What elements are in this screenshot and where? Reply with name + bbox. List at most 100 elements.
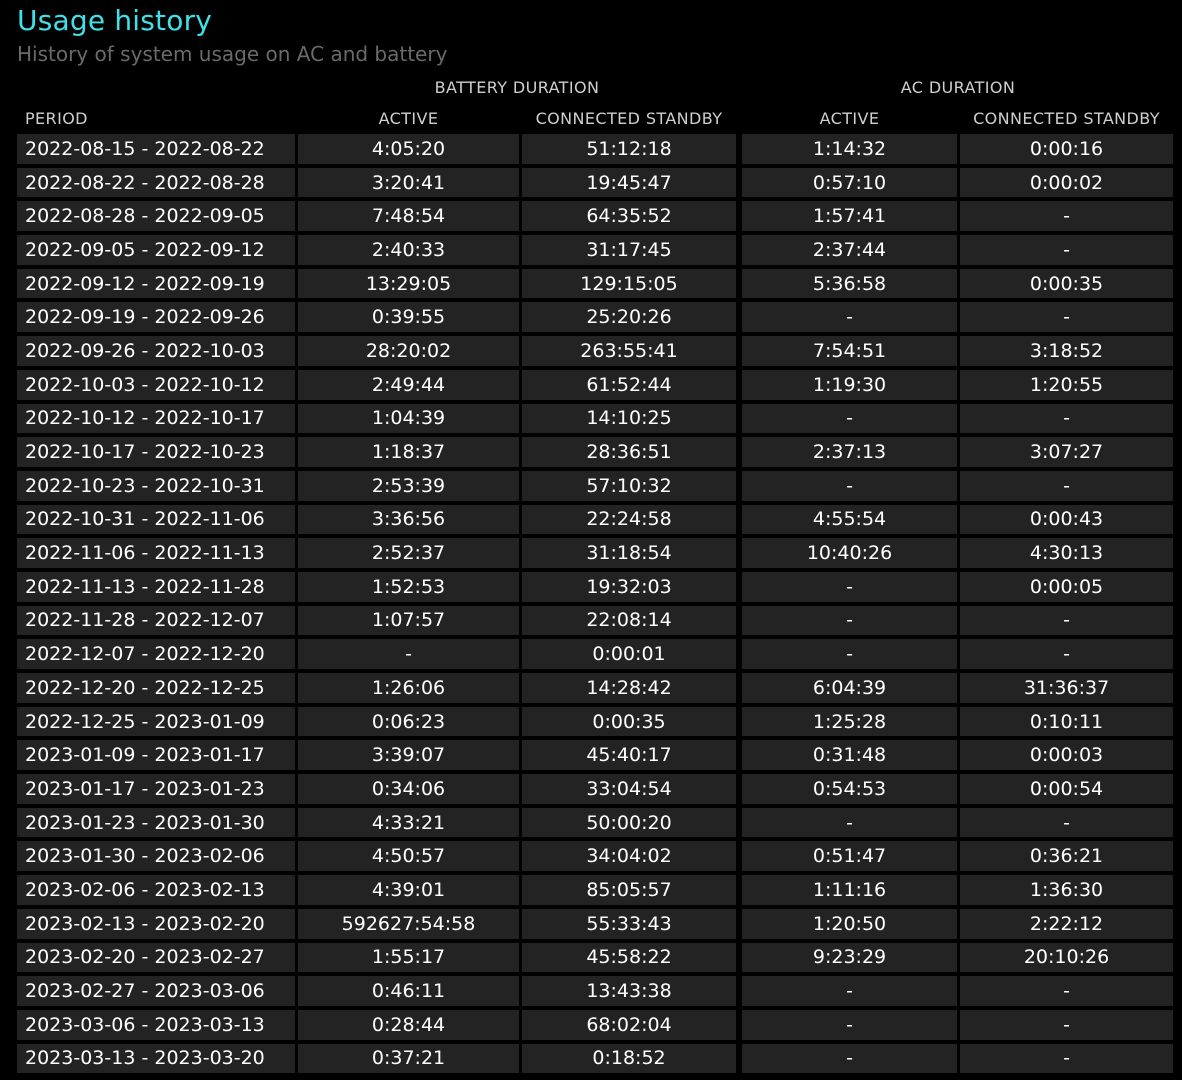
- battery-standby-cell: 45:58:22: [522, 942, 736, 973]
- battery-standby-cell: 57:10:32: [522, 470, 736, 501]
- table-row: 2023-02-06 - 2023-02-13 4:39:01 85:05:57 1:…: [17, 875, 1173, 905]
- battery-active-cell: 1:04:39: [298, 403, 519, 434]
- ac-active-cell: 1:11:16: [742, 875, 957, 905]
- table-row: 2023-03-13 - 2023-03-20 0:37:21 0:18:52- -: [17, 1043, 1173, 1074]
- battery-active-column-header: ACTIVE: [378, 109, 439, 128]
- battery-standby-cell: 64:35:52: [522, 201, 736, 232]
- period-column-header: PERIOD: [25, 109, 88, 128]
- period-cell: 2022-09-12 - 2022-09-19: [17, 268, 295, 299]
- ac-standby-cell: 0:00:54: [960, 774, 1173, 804]
- ac-active-cell: -: [742, 807, 957, 838]
- battery-standby-cell: 22:24:58: [522, 504, 736, 535]
- ac-active-cell: 1:20:50: [742, 908, 957, 939]
- table-row: 2023-01-17 - 2023-01-23 0:34:06 33:04:54 0:…: [17, 774, 1173, 804]
- ac-active-cell: -: [742, 605, 957, 636]
- battery-active-cell: 1:55:17: [298, 942, 519, 973]
- battery-standby-cell: 22:08:14: [522, 605, 736, 636]
- battery-active-cell: 3:39:07: [298, 740, 519, 771]
- period-cell: 2022-10-23 - 2022-10-31: [17, 470, 295, 501]
- period-cell: 2022-11-13 - 2022-11-28: [17, 571, 295, 602]
- period-cell: 2022-08-15 - 2022-08-22: [17, 134, 295, 164]
- battery-active-cell: 4:50:57: [298, 841, 519, 872]
- ac-standby-column-header: CONNECTED STANDBY: [973, 109, 1160, 128]
- table-row: 2022-10-03 - 2022-10-12 2:49:44 61:52:44 1:…: [17, 369, 1173, 400]
- battery-active-cell: 592627:54:58: [298, 908, 519, 939]
- usage-history-table: PERIOD ACTIVE CONNECTED STANDBY ACTIVE C…: [14, 102, 1176, 1077]
- battery-standby-cell: 0:18:52: [522, 1043, 736, 1074]
- battery-active-cell: 0:34:06: [298, 774, 519, 804]
- period-cell: 2022-11-06 - 2022-11-13: [17, 538, 295, 568]
- battery-active-cell: 4:33:21: [298, 807, 519, 838]
- ac-active-column-header: ACTIVE: [819, 109, 880, 128]
- battery-active-cell: 0:46:11: [298, 976, 519, 1006]
- period-cell: 2023-01-09 - 2023-01-17: [17, 740, 295, 771]
- battery-active-cell: 2:53:39: [298, 470, 519, 501]
- ac-active-cell: -: [742, 302, 957, 333]
- page-subtitle: History of system usage on AC and batter…: [17, 42, 448, 66]
- ac-active-cell: 0:51:47: [742, 841, 957, 872]
- ac-standby-cell: 0:00:43: [960, 504, 1173, 535]
- ac-standby-cell: 0:00:03: [960, 740, 1173, 771]
- battery-duration-group-header: BATTERY DURATION: [434, 78, 600, 97]
- table-row: 2023-01-30 - 2023-02-06 4:50:57 34:04:02 0:…: [17, 841, 1173, 872]
- battery-active-cell: 13:29:05: [298, 268, 519, 299]
- battery-active-cell: -: [298, 639, 519, 669]
- battery-standby-cell: 0:00:01: [522, 639, 736, 669]
- period-cell: 2022-12-25 - 2023-01-09: [17, 706, 295, 737]
- period-cell: 2022-09-05 - 2022-09-12: [17, 235, 295, 265]
- table-row: 2023-02-27 - 2023-03-06 0:46:11 13:43:38- -: [17, 976, 1173, 1006]
- table-row: 2023-02-20 - 2023-02-27 1:55:17 45:58:22 9:…: [17, 942, 1173, 973]
- battery-active-cell: 4:05:20: [298, 134, 519, 164]
- ac-active-cell: 2:37:44: [742, 235, 957, 265]
- table-row: 2023-03-06 - 2023-03-13 0:28:44 68:02:04- -: [17, 1009, 1173, 1040]
- ac-active-cell: 1:57:41: [742, 201, 957, 232]
- ac-active-cell: 1:25:28: [742, 706, 957, 737]
- ac-standby-cell: 20:10:26: [960, 942, 1173, 973]
- battery-active-cell: 7:48:54: [298, 201, 519, 232]
- ac-active-cell: -: [742, 639, 957, 669]
- table-row: 2022-10-23 - 2022-10-31 2:53:39 57:10:32- -: [17, 470, 1173, 501]
- ac-standby-cell: 0:00:02: [960, 167, 1173, 198]
- period-cell: 2023-01-23 - 2023-01-30: [17, 807, 295, 838]
- battery-standby-cell: 19:45:47: [522, 167, 736, 198]
- table-row: 2022-12-07 - 2022-12-20-0:00:01- -: [17, 639, 1173, 669]
- table-row: 2022-09-19 - 2022-09-26 0:39:55 25:20:26- -: [17, 302, 1173, 333]
- ac-standby-cell: 3:18:52: [960, 336, 1173, 366]
- period-cell: 2022-09-26 - 2022-10-03: [17, 336, 295, 366]
- ac-standby-cell: 0:36:21: [960, 841, 1173, 872]
- ac-active-cell: 10:40:26: [742, 538, 957, 568]
- battery-standby-cell: 129:15:05: [522, 268, 736, 299]
- battery-active-cell: 3:20:41: [298, 167, 519, 198]
- table-row: 2022-09-12 - 2022-09-19 13:29:05 129:15:05…: [17, 268, 1173, 299]
- table-row: 2022-08-15 - 2022-08-22 4:05:20 51:12:18 1:…: [17, 134, 1173, 164]
- battery-active-cell: 1:52:53: [298, 571, 519, 602]
- usage-rows: 2022-08-15 - 2022-08-22 4:05:20 51:12:18 1:…: [17, 134, 1173, 1074]
- battery-standby-cell: 19:32:03: [522, 571, 736, 602]
- ac-standby-cell: -: [960, 1043, 1173, 1074]
- battery-standby-cell: 31:18:54: [522, 538, 736, 568]
- ac-standby-cell: -: [960, 1009, 1173, 1040]
- ac-standby-cell: -: [960, 976, 1173, 1006]
- ac-standby-cell: -: [960, 235, 1173, 265]
- battery-active-cell: 2:52:37: [298, 538, 519, 568]
- ac-active-cell: 2:37:13: [742, 437, 957, 467]
- period-cell: 2022-10-17 - 2022-10-23: [17, 437, 295, 467]
- ac-standby-cell: -: [960, 807, 1173, 838]
- table-row: 2022-09-26 - 2022-10-03 28:20:02 263:55:41…: [17, 336, 1173, 366]
- ac-standby-cell: -: [960, 605, 1173, 636]
- period-cell: 2022-10-12 - 2022-10-17: [17, 403, 295, 434]
- battery-standby-cell: 13:43:38: [522, 976, 736, 1006]
- ac-active-cell: -: [742, 976, 957, 1006]
- ac-active-cell: 5:36:58: [742, 268, 957, 299]
- table-row: 2022-10-31 - 2022-11-06 3:36:56 22:24:58 4:…: [17, 504, 1173, 535]
- ac-standby-cell: -: [960, 201, 1173, 232]
- period-cell: 2023-03-13 - 2023-03-20: [17, 1043, 295, 1074]
- period-cell: 2022-09-19 - 2022-09-26: [17, 302, 295, 333]
- ac-active-cell: -: [742, 403, 957, 434]
- ac-standby-cell: 2:22:12: [960, 908, 1173, 939]
- battery-standby-cell: 0:00:35: [522, 706, 736, 737]
- battery-standby-cell: 263:55:41: [522, 336, 736, 366]
- battery-standby-cell: 34:04:02: [522, 841, 736, 872]
- ac-standby-cell: 31:36:37: [960, 673, 1173, 703]
- ac-standby-cell: 0:00:16: [960, 134, 1173, 164]
